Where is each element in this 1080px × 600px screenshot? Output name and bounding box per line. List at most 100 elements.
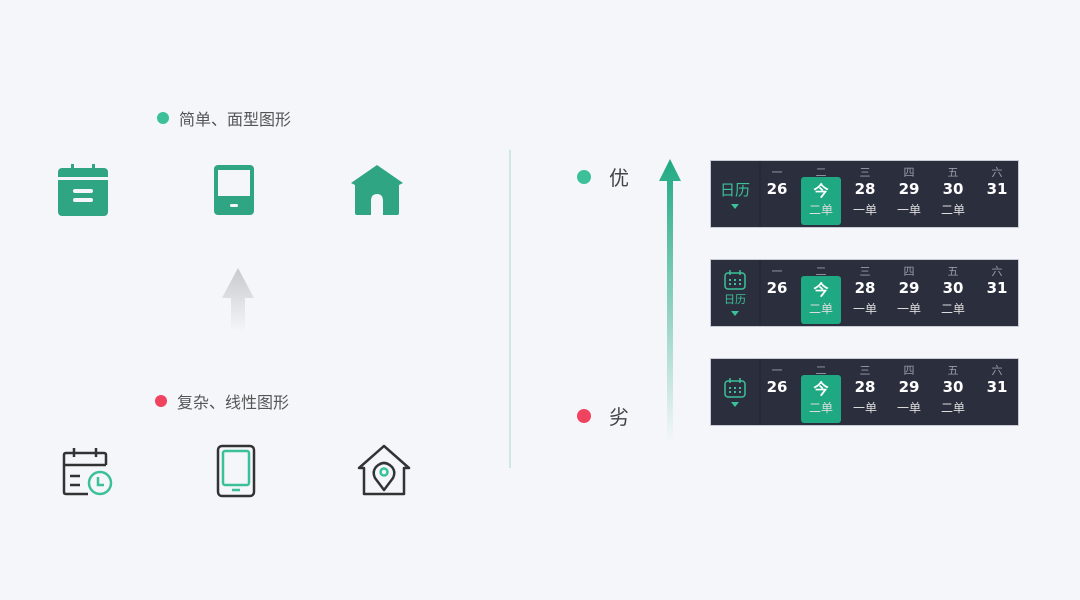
simple-legend: 简单、面型图形: [157, 106, 291, 130]
weekday-label: 六: [991, 265, 1003, 278]
weekday-label: 一: [771, 364, 783, 377]
day-cell[interactable]: 六 31: [977, 260, 1017, 326]
day-cell[interactable]: 一 26: [757, 359, 797, 425]
day-number: 今: [813, 182, 829, 200]
weekday-label: 五: [947, 265, 959, 278]
day-number: 28: [854, 180, 876, 198]
day-number: 31: [986, 180, 1008, 198]
order-count: 二单: [808, 401, 833, 415]
weekday-label: 五: [947, 166, 959, 179]
weekday-label: 一: [771, 166, 783, 179]
calendar-toggle[interactable]: 日历: [711, 161, 761, 227]
green-dot: [577, 169, 591, 184]
calendar-filled-icon: [58, 164, 108, 216]
day-cell[interactable]: 四 29 一单: [889, 260, 929, 326]
complex-legend: 复杂、线性图形: [155, 389, 289, 413]
day-number: 28: [854, 279, 876, 297]
calendar-bar-2: 日历一 26 二今二单三 28 一单四 29 一单五 30 二单六 31: [710, 259, 1019, 327]
day-cell[interactable]: 三 28 一单: [845, 260, 885, 326]
weekday-label: 三: [859, 364, 871, 377]
calendar-toggle[interactable]: 日历: [711, 260, 761, 326]
calendar-clock-outline-icon: [62, 448, 113, 496]
order-count: 一单: [852, 401, 877, 415]
caret-down-icon: [731, 401, 739, 407]
weekday-label: 四: [903, 265, 915, 278]
day-cell[interactable]: 三 28 一单: [845, 161, 885, 227]
quality-arrow-icon: [659, 159, 681, 442]
day-number: 31: [986, 378, 1008, 396]
day-cell[interactable]: 五 30 二单: [933, 359, 973, 425]
order-count: 二单: [808, 302, 833, 316]
day-number: 26: [766, 378, 788, 396]
calendar-bar-3: 一 26 二今二单三 28 一单四 29 一单五 30 二单六 31: [710, 358, 1019, 426]
day-number: 31: [986, 279, 1008, 297]
order-count: 二单: [808, 203, 833, 217]
order-count: 一单: [896, 203, 921, 217]
weekday-label: 六: [991, 166, 1003, 179]
day-cell[interactable]: 二今二单: [801, 359, 841, 425]
divider: [509, 150, 511, 468]
calendar-label: 日历: [719, 181, 750, 199]
day-cell[interactable]: 二今二单: [801, 161, 841, 227]
caret-down-icon: [731, 204, 739, 209]
tablet-outline-icon: [216, 444, 256, 498]
red-dot: [155, 395, 167, 407]
weekday-label: 三: [859, 265, 871, 278]
day-number: 30: [942, 279, 964, 297]
day-cell[interactable]: 四 29 一单: [889, 161, 929, 227]
tablet-filled-icon: [214, 165, 254, 215]
home-location-outline-icon: [357, 444, 411, 496]
calendar-icon: [724, 270, 746, 290]
day-number: 今: [813, 380, 829, 398]
better-label-group: 优: [577, 162, 629, 191]
weekday-label: 一: [771, 265, 783, 278]
day-cell[interactable]: 二今二单: [801, 260, 841, 326]
order-count: 一单: [896, 302, 921, 316]
day-cell[interactable]: 六 31: [977, 161, 1017, 227]
weekday-label: 四: [903, 364, 915, 377]
calendar-toggle[interactable]: [711, 359, 761, 425]
day-cell[interactable]: 三 28 一单: [845, 359, 885, 425]
day-number: 今: [813, 281, 829, 299]
day-number: 30: [942, 378, 964, 396]
order-count: 二单: [940, 401, 965, 415]
day-number: 29: [898, 279, 920, 297]
calendar-label: 日历: [724, 293, 746, 306]
weekday-label: 五: [947, 364, 959, 377]
home-filled-icon: [351, 165, 403, 215]
weekday-label: 四: [903, 166, 915, 179]
caret-down-icon: [731, 311, 739, 316]
worse-label-group: 劣: [577, 401, 629, 430]
red-dot: [577, 408, 591, 423]
weekday-label: 二: [815, 364, 827, 377]
complex-label: 复杂、线性图形: [177, 393, 290, 412]
day-cell[interactable]: 一 26: [757, 260, 797, 326]
simple-label: 简单、面型图形: [179, 110, 292, 129]
order-count: 一单: [852, 302, 877, 316]
day-number: 29: [898, 180, 920, 198]
day-number: 28: [854, 378, 876, 396]
day-number: 26: [766, 180, 788, 198]
weekday-label: 六: [991, 364, 1003, 377]
day-cell[interactable]: 一 26: [757, 161, 797, 227]
order-count: 二单: [940, 203, 965, 217]
order-count: 一单: [852, 203, 877, 217]
weekday-label: 三: [859, 166, 871, 179]
worse-label: 劣: [609, 405, 629, 429]
green-dot: [157, 112, 169, 124]
calendar-bar-1: 日历一 26 二今二单三 28 一单四 29 一单五 30 二单六 31: [710, 160, 1019, 228]
day-cell[interactable]: 四 29 一单: [889, 359, 929, 425]
calendar-icon: [724, 377, 746, 398]
day-number: 29: [898, 378, 920, 396]
weekday-label: 二: [815, 265, 827, 278]
day-cell[interactable]: 五 30 二单: [933, 260, 973, 326]
weekday-label: 二: [815, 166, 827, 179]
day-cell[interactable]: 六 31: [977, 359, 1017, 425]
up-arrow-gray-icon: [222, 268, 254, 332]
order-count: 一单: [896, 401, 921, 415]
order-count: 二单: [940, 302, 965, 316]
day-number: 30: [942, 180, 964, 198]
day-cell[interactable]: 五 30 二单: [933, 161, 973, 227]
day-number: 26: [766, 279, 788, 297]
better-label: 优: [609, 166, 629, 190]
